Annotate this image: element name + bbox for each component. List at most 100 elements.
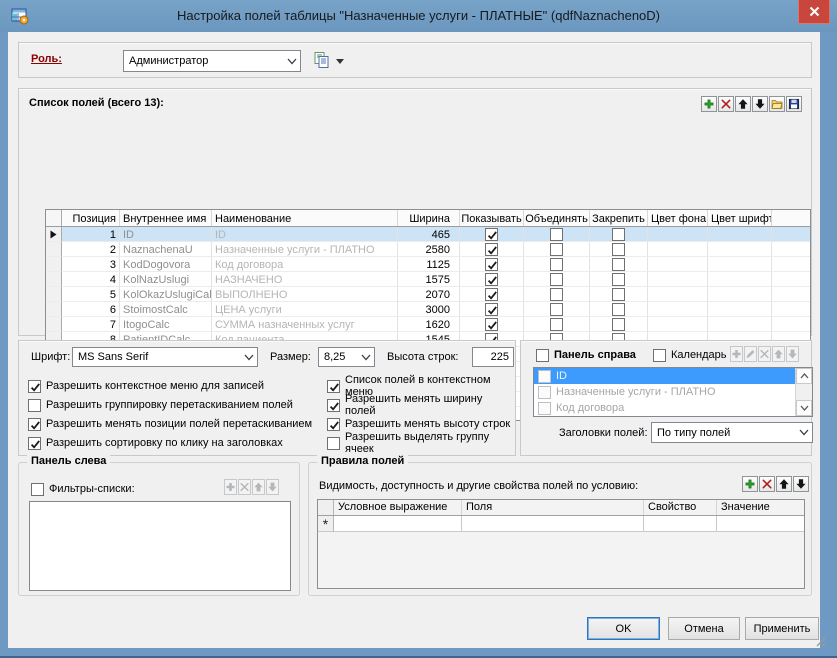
field-row[interactable]: 1IDID465 (46, 227, 810, 242)
show-checkbox[interactable] (485, 273, 498, 286)
rules-column-header[interactable]: Значение (717, 500, 805, 515)
field-list-item[interactable]: Код договора (534, 400, 795, 416)
show-checkbox[interactable] (485, 258, 498, 271)
merge-checkbox[interactable] (550, 258, 563, 271)
position-cell[interactable]: 6 (62, 302, 120, 317)
option-checkbox[interactable] (327, 380, 340, 393)
rule-value-cell[interactable] (717, 516, 805, 532)
internal-name-cell[interactable]: StoimostCalc (120, 302, 212, 317)
font-color-cell[interactable] (708, 287, 772, 302)
rule-property-cell[interactable] (644, 516, 717, 532)
font-color-cell[interactable] (708, 257, 772, 272)
internal-name-cell[interactable]: ID (120, 227, 212, 242)
column-header[interactable]: Цвет фона (648, 210, 708, 226)
field-headers-combobox[interactable]: По типу полей (651, 422, 813, 443)
field-row[interactable]: 5KolOkazUslugiCalcВЫПОЛНЕНО2070 (46, 287, 810, 302)
caption-cell[interactable]: ВЫПОЛНЕНО (212, 287, 398, 302)
delete-button[interactable] (718, 96, 734, 112)
option-checkbox[interactable] (327, 418, 340, 431)
merge-checkbox[interactable] (550, 228, 563, 241)
rules-column-header[interactable]: Условное выражение (334, 500, 462, 515)
column-header[interactable]: Внутреннее имя (120, 210, 212, 226)
field-row[interactable]: 6StoimostCalcЦЕНА услуги3000 (46, 302, 810, 317)
size-combobox[interactable]: 8,25 (318, 347, 375, 367)
move-down-button[interactable] (752, 96, 768, 112)
save-button[interactable] (786, 96, 802, 112)
show-checkbox[interactable] (485, 303, 498, 316)
row-selector[interactable] (46, 317, 62, 332)
column-header[interactable]: Наименование (212, 210, 398, 226)
role-combobox[interactable]: Администратор (123, 50, 301, 72)
row-selector[interactable] (46, 257, 62, 272)
column-header[interactable]: Объединять (524, 210, 590, 226)
bg-color-cell[interactable] (648, 257, 708, 272)
show-checkbox[interactable] (485, 228, 498, 241)
width-cell[interactable]: 3000 (398, 302, 460, 317)
pin-checkbox[interactable] (612, 318, 625, 331)
scroll-down-icon[interactable] (796, 400, 812, 416)
row-height-input[interactable] (472, 347, 514, 367)
add-button[interactable] (701, 96, 717, 112)
position-cell[interactable]: 1 (62, 227, 120, 242)
internal-name-cell[interactable]: KodDogovora (120, 257, 212, 272)
bg-color-cell[interactable] (648, 302, 708, 317)
width-cell[interactable]: 1125 (398, 257, 460, 272)
field-row[interactable]: 2NaznachenaUНазначенные услуги - ПЛАТНО2… (46, 242, 810, 257)
position-cell[interactable]: 2 (62, 242, 120, 257)
bg-color-cell[interactable] (648, 317, 708, 332)
rule-condition-cell[interactable] (334, 516, 462, 532)
close-button[interactable] (798, 0, 830, 24)
right-panel-checkbox[interactable] (536, 349, 549, 362)
font-color-cell[interactable] (708, 302, 772, 317)
field-row[interactable]: 3KodDogovoraКод договора1125 (46, 257, 810, 272)
move-up-button[interactable] (776, 476, 792, 492)
pin-checkbox[interactable] (612, 288, 625, 301)
bg-color-cell[interactable] (648, 272, 708, 287)
font-color-cell[interactable] (708, 227, 772, 242)
merge-checkbox[interactable] (550, 273, 563, 286)
move-up-button[interactable] (735, 96, 751, 112)
copy-settings-button[interactable] (313, 50, 359, 72)
position-cell[interactable]: 4 (62, 272, 120, 287)
caption-cell[interactable]: ID (212, 227, 398, 242)
pin-checkbox[interactable] (612, 273, 625, 286)
pin-checkbox[interactable] (612, 228, 625, 241)
caption-cell[interactable]: СУММА назначенных услуг (212, 317, 398, 332)
merge-checkbox[interactable] (550, 243, 563, 256)
bg-color-cell[interactable] (648, 287, 708, 302)
width-cell[interactable]: 1575 (398, 272, 460, 287)
caption-cell[interactable]: ЦЕНА услуги (212, 302, 398, 317)
rule-fields-cell[interactable] (462, 516, 644, 532)
show-checkbox[interactable] (485, 318, 498, 331)
scroll-up-icon[interactable] (796, 368, 812, 384)
caption-cell[interactable]: Код договора (212, 257, 398, 272)
width-cell[interactable]: 2070 (398, 287, 460, 302)
column-header[interactable]: Ширина (398, 210, 460, 226)
font-color-cell[interactable] (708, 317, 772, 332)
rules-column-header[interactable]: Поля (462, 500, 644, 515)
row-selector[interactable] (46, 302, 62, 317)
pin-checkbox[interactable] (612, 303, 625, 316)
option-checkbox[interactable] (327, 399, 340, 412)
rules-column-header[interactable]: Свойство (644, 500, 717, 515)
column-header[interactable]: Закрепить (590, 210, 648, 226)
option-checkbox[interactable] (28, 380, 41, 393)
option-checkbox[interactable] (28, 437, 41, 450)
open-button[interactable] (769, 96, 785, 112)
scrollbar[interactable] (795, 368, 812, 416)
merge-checkbox[interactable] (550, 303, 563, 316)
field-row[interactable]: 7ItogoCalcСУММА назначенных услуг1620 (46, 317, 810, 332)
width-cell[interactable]: 1620 (398, 317, 460, 332)
font-combobox[interactable]: MS Sans Serif (72, 347, 258, 367)
internal-name-cell[interactable]: NaznachenaU (120, 242, 212, 257)
row-selector[interactable] (46, 272, 62, 287)
column-header[interactable]: Показывать (460, 210, 524, 226)
row-selector[interactable] (46, 227, 62, 242)
font-color-cell[interactable] (708, 272, 772, 287)
pin-checkbox[interactable] (612, 258, 625, 271)
rules-new-row[interactable]: * (318, 516, 804, 532)
option-checkbox[interactable] (28, 399, 41, 412)
bg-color-cell[interactable] (648, 227, 708, 242)
merge-checkbox[interactable] (550, 288, 563, 301)
caption-cell[interactable]: Назначенные услуги - ПЛАТНО (212, 242, 398, 257)
